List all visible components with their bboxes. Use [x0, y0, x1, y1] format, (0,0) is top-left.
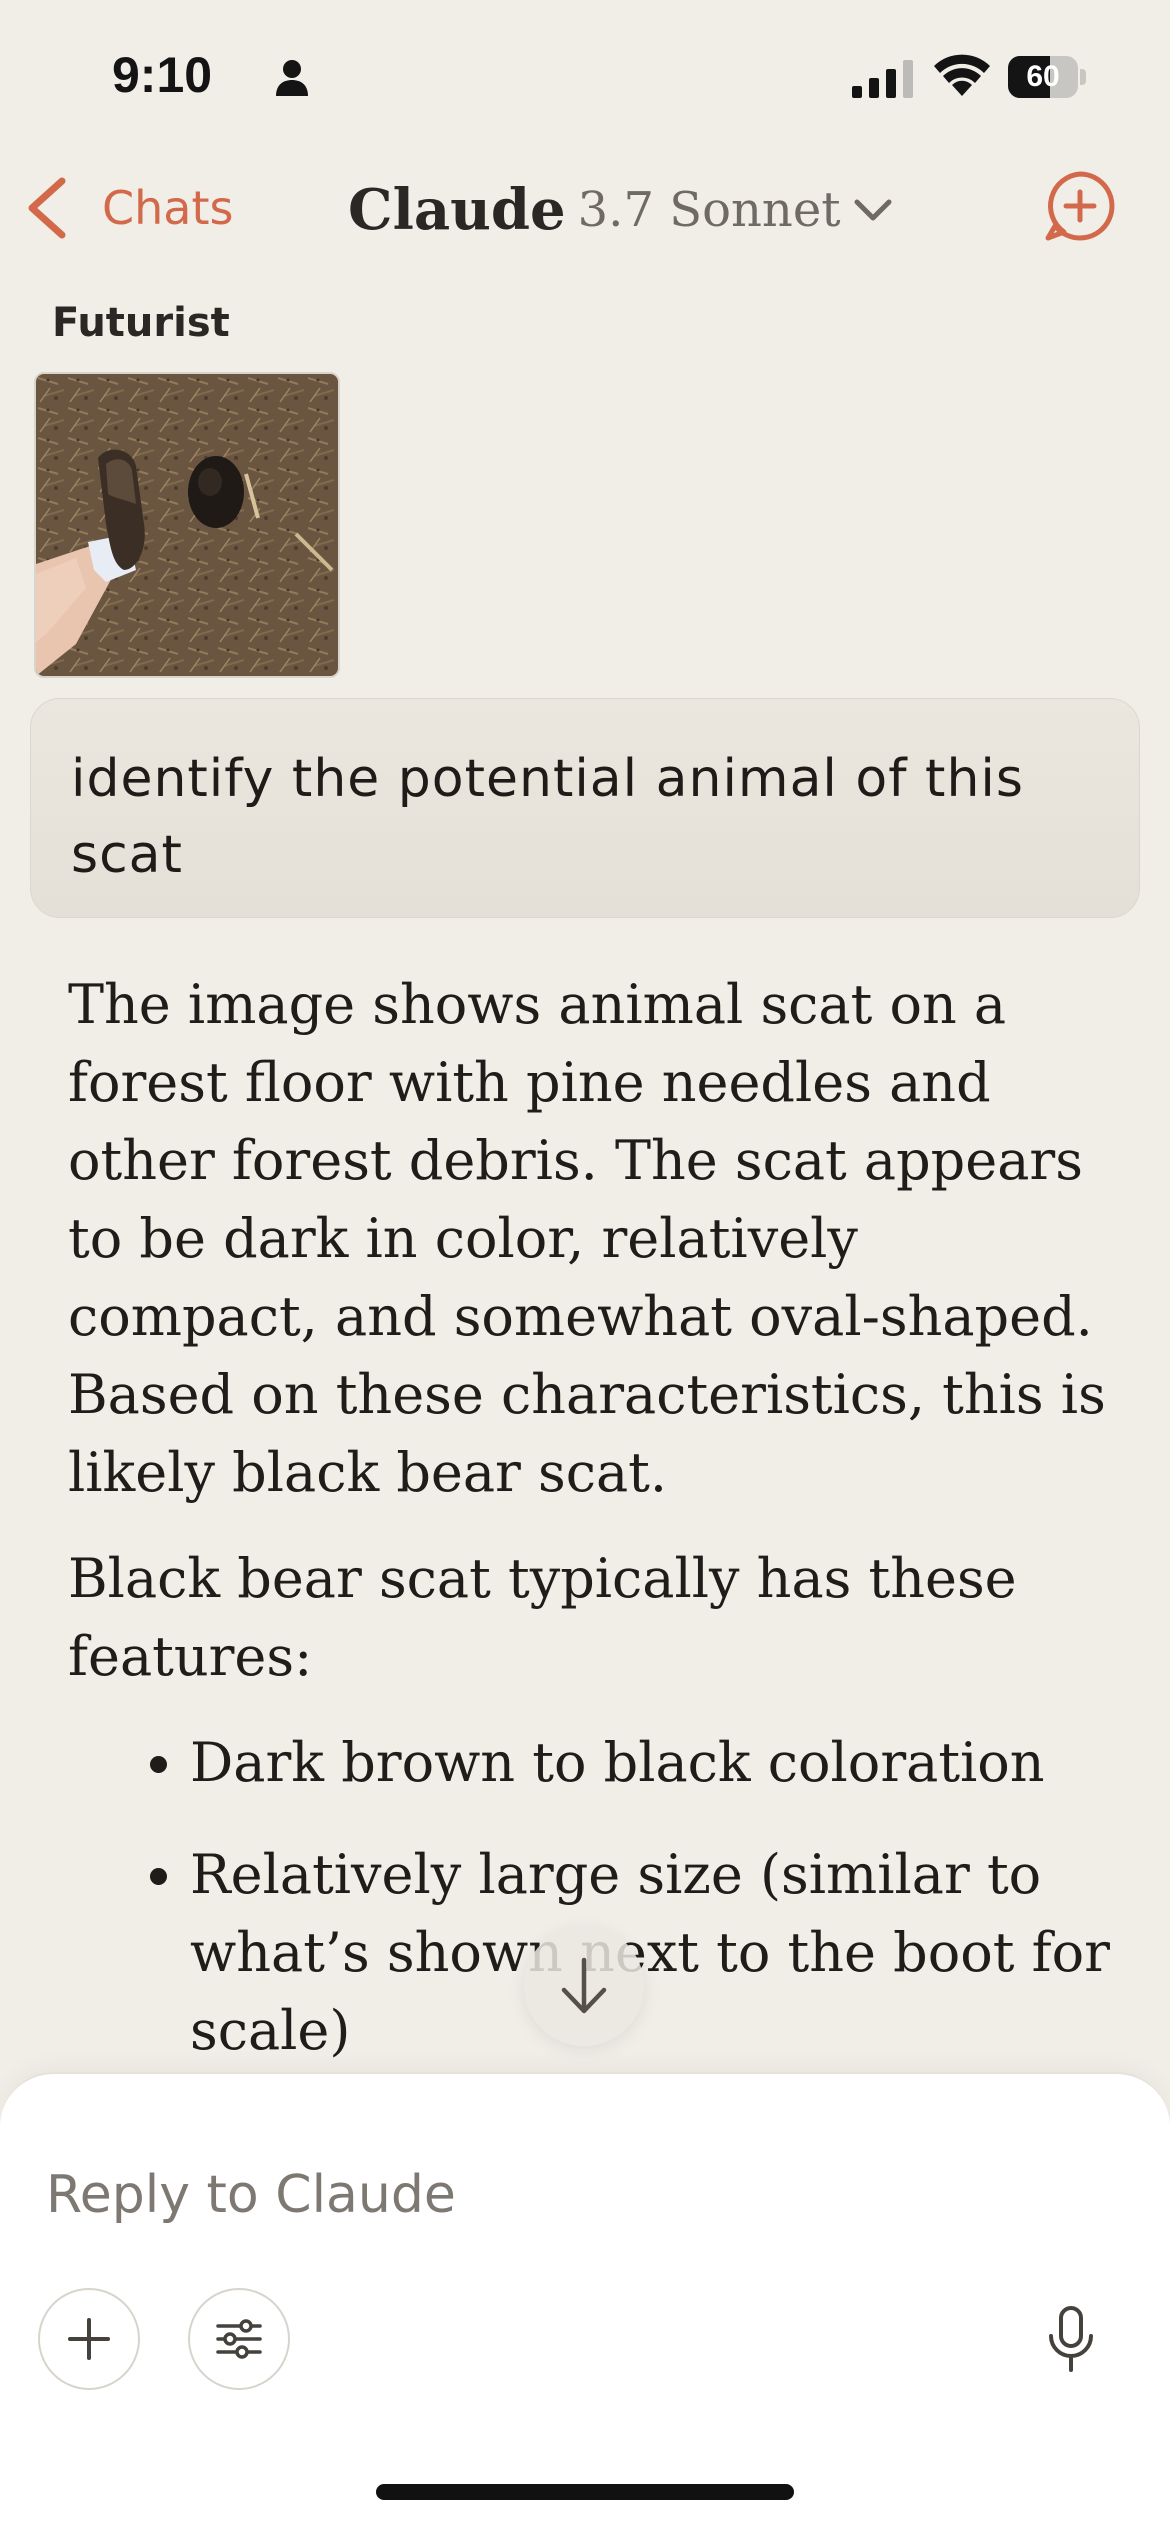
assistant-paragraph: The image shows animal scat on a forest …: [68, 973, 1106, 1504]
app-title: Claude: [348, 177, 566, 243]
home-indicator[interactable]: [376, 2484, 794, 2500]
back-button-label: Chats: [102, 181, 234, 235]
user-message-bubble: identify the potential animal of this sc…: [30, 698, 1140, 918]
arrow-down-icon: [561, 1957, 607, 2014]
person-icon: [276, 60, 308, 96]
battery-icon: 60: [1008, 56, 1086, 98]
new-chat-icon[interactable]: [1040, 168, 1120, 248]
list-item: Relatively large size (similar to what’s…: [190, 1836, 1118, 2070]
sliders-icon: [216, 2319, 262, 2359]
chevron-down-icon: [854, 199, 892, 221]
list-item: Dark brown to black coloration: [190, 1724, 1118, 1802]
plus-icon: [68, 2318, 110, 2360]
scat-photo-image: [36, 374, 338, 676]
reply-input[interactable]: [44, 2154, 1048, 2236]
composer: [0, 2072, 1170, 2534]
scroll-to-bottom-button[interactable]: [524, 1926, 644, 2046]
microphone-icon: [1049, 2306, 1093, 2372]
user-message-text: identify the potential animal of this sc…: [71, 749, 1024, 885]
chevron-left-icon: [28, 177, 66, 239]
battery-level: 60: [1026, 60, 1060, 93]
model-name: 3.7 Sonnet: [577, 182, 841, 238]
assistant-paragraph: Black bear scat typically has these feat…: [68, 1547, 1017, 1688]
model-selector[interactable]: Claude 3.7 Sonnet: [348, 172, 893, 248]
sender-name: Futurist: [52, 300, 230, 346]
status-time: 9:10: [112, 47, 213, 103]
status-bar: 9:10 60: [0, 0, 1170, 150]
add-attachment-button[interactable]: [38, 2288, 140, 2390]
tools-button[interactable]: [188, 2288, 290, 2390]
microphone-button[interactable]: [1036, 2294, 1106, 2384]
cellular-signal-icon: [852, 60, 913, 98]
attached-photo-thumbnail[interactable]: [34, 372, 340, 678]
wifi-icon: [934, 54, 990, 96]
back-button[interactable]: Chats: [24, 168, 233, 248]
